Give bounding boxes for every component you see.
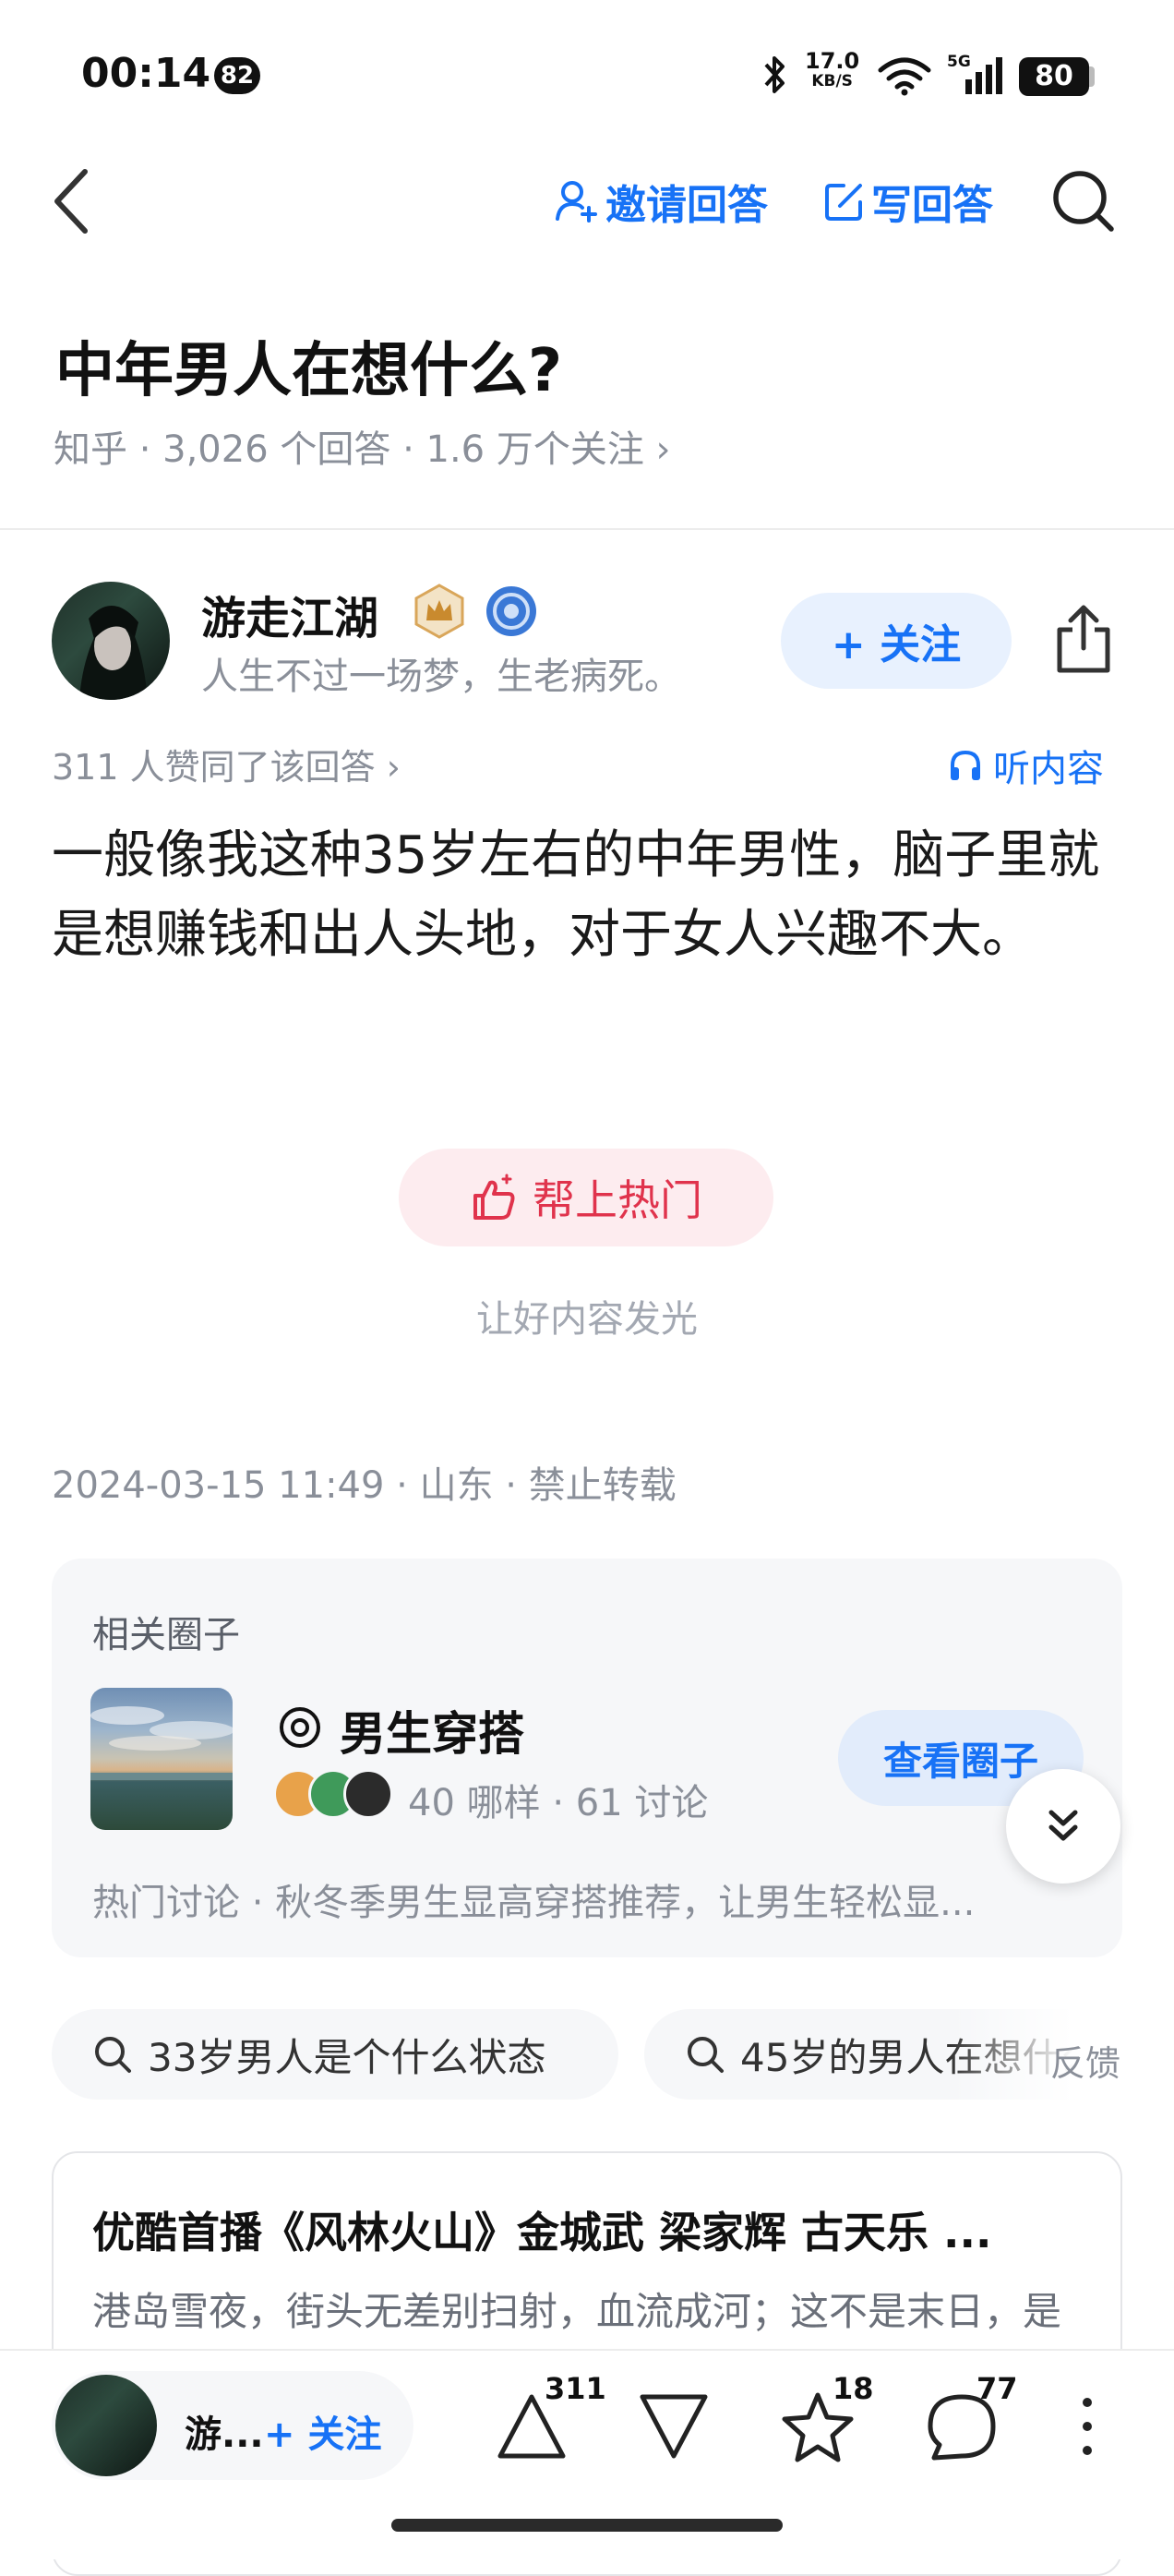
write-answer-label: 写回答 bbox=[871, 182, 993, 229]
post-meta: 2024-03-15 11:49 · 山东 · 禁止转载 bbox=[52, 1464, 677, 1507]
member-avatar bbox=[343, 1769, 393, 1819]
follow-button[interactable]: + 关注 bbox=[781, 593, 1012, 689]
boost-hot-button[interactable]: 帮上热门 bbox=[399, 1149, 773, 1246]
double-chevron-down-icon bbox=[1048, 1810, 1078, 1841]
question-title[interactable]: 中年男人在想什么? bbox=[55, 323, 562, 408]
cellular-signal-icon: 5G bbox=[947, 53, 1002, 94]
write-answer-button[interactable]: 写回答 bbox=[823, 172, 993, 231]
circle-stats: 40 哪样 · 61 讨论 bbox=[408, 1782, 709, 1824]
boost-hot-label: 帮上热门 bbox=[533, 1175, 702, 1225]
search-icon[interactable] bbox=[1048, 166, 1119, 236]
listen-content-label: 听内容 bbox=[993, 748, 1104, 790]
more-options-icon[interactable] bbox=[1069, 2389, 1106, 2463]
downvote-icon[interactable] bbox=[633, 2388, 714, 2465]
status-time: 00:14 bbox=[81, 50, 211, 97]
question-meta[interactable]: 知乎 · 3,026 个回答 · 1.6 万个关注 › bbox=[54, 419, 671, 473]
share-icon[interactable] bbox=[1052, 602, 1115, 676]
circle-hot-discussion[interactable]: 热门讨论 · 秋冬季男生显高穿搭推荐，让男生轻松显... bbox=[92, 1872, 1089, 1926]
author-avatar[interactable] bbox=[52, 582, 170, 700]
circle-icon bbox=[280, 1707, 320, 1748]
scroll-next-button[interactable] bbox=[1006, 1769, 1120, 1884]
author-signature: 人生不过一场梦，生老病死。 bbox=[201, 656, 681, 698]
network-speed: 17.0 KB/S bbox=[805, 50, 859, 90]
network-type: 5G bbox=[947, 53, 971, 71]
bottom-follow-button[interactable]: + 关注 bbox=[264, 2404, 381, 2458]
bluetooth-icon bbox=[764, 56, 785, 93]
edit-icon bbox=[825, 184, 862, 221]
bottom-author-avatar[interactable] bbox=[55, 2375, 157, 2476]
avatar-portrait bbox=[79, 605, 148, 700]
certified-badge-icon[interactable] bbox=[484, 584, 539, 639]
battery-tip bbox=[1089, 66, 1095, 87]
thumbs-up-sparkle-icon bbox=[473, 1174, 515, 1220]
back-icon[interactable] bbox=[50, 166, 96, 236]
listen-content-button[interactable]: 听内容 bbox=[947, 739, 1104, 792]
boost-hot-subtitle: 让好内容发光 bbox=[476, 1298, 698, 1341]
circle-cover-image[interactable] bbox=[90, 1688, 233, 1830]
invite-user-icon bbox=[556, 181, 597, 223]
wifi-icon bbox=[878, 57, 931, 96]
recommendation-title[interactable]: 优酷首播《风林火山》金城武 梁家辉 古天乐 ... bbox=[92, 2199, 1089, 2260]
upvote-count: 311 bbox=[545, 2371, 606, 2406]
invite-answer-label: 邀请回答 bbox=[605, 182, 768, 229]
comment-count: 77 bbox=[976, 2371, 1018, 2406]
status-bar: 00:14 82 17.0 KB/S 5G 80 bbox=[0, 0, 1174, 138]
related-search-chip[interactable]: 33岁男人是个什么状态 bbox=[52, 2009, 618, 2100]
bottom-author-name[interactable]: 游... bbox=[185, 2404, 264, 2458]
home-indicator[interactable] bbox=[391, 2519, 783, 2532]
network-speed-unit: KB/S bbox=[811, 72, 853, 90]
related-circle-header: 相关圈子 bbox=[92, 1614, 240, 1656]
battery-level: 80 bbox=[1019, 57, 1089, 96]
invite-answer-button[interactable]: 邀请回答 bbox=[554, 172, 768, 231]
favorite-count: 18 bbox=[833, 2371, 874, 2406]
circle-name[interactable]: 男生穿搭 bbox=[340, 1697, 524, 1763]
search-icon bbox=[688, 2037, 724, 2073]
circle-cover-landscape bbox=[90, 1706, 233, 1780]
upvote-summary[interactable]: 311 人赞同了该回答 › bbox=[52, 739, 401, 789]
network-speed-value: 17.0 bbox=[805, 48, 860, 74]
crown-badge-icon[interactable] bbox=[412, 584, 467, 639]
search-icon bbox=[95, 2037, 131, 2073]
notification-count-badge: 82 bbox=[214, 57, 260, 94]
headphones-icon bbox=[951, 750, 980, 780]
feedback-link[interactable]: 反馈 bbox=[1050, 2035, 1120, 2086]
answer-text: 一般像我这种35岁左右的中年男性，脑子里就是想赚钱和出人头地，对于女人兴趣不大。 bbox=[52, 825, 1100, 965]
divider bbox=[0, 528, 1174, 530]
related-search-label: 33岁男人是个什么状态 bbox=[148, 2034, 546, 2080]
author-name[interactable]: 游走江湖 bbox=[201, 582, 378, 646]
